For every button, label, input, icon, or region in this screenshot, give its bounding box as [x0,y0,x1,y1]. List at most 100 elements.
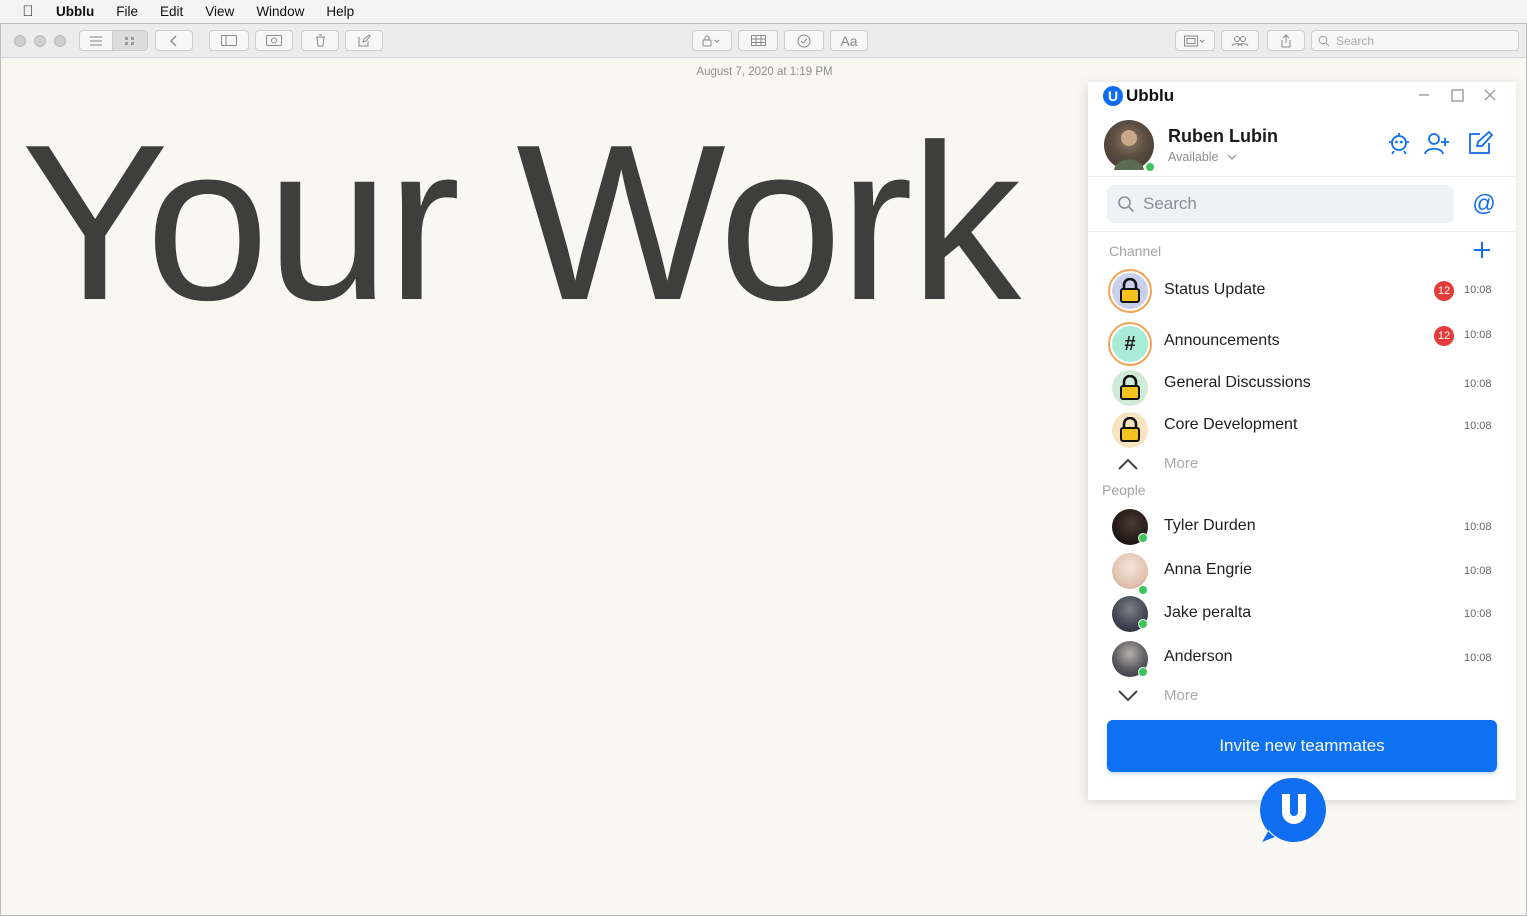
minimize-window-button[interactable] [34,35,46,47]
search-icon [1318,35,1330,46]
add-channel-icon[interactable] [1471,239,1493,261]
channels-more-label: More [1164,455,1199,472]
channel-item-core-development[interactable]: Core Development 10:08 [1088,408,1516,448]
menu-window[interactable]: Window [245,4,315,19]
mentions-icon[interactable]: @ [1469,188,1499,218]
note-date: August 7, 2020 at 1:19 PM [696,66,833,78]
people-more-label: More [1164,687,1199,704]
menu-help[interactable]: Help [315,4,365,19]
gallery-view-button[interactable] [112,30,148,51]
menu-file[interactable]: File [105,4,149,19]
menu-view[interactable]: View [194,4,245,19]
trash-icon [315,34,325,47]
new-note-button[interactable] [345,30,383,51]
photo-button[interactable] [1175,30,1215,51]
person-name: Anderson [1164,648,1233,665]
format-button[interactable]: Aa [830,30,868,51]
notes-search-placeholder: Search [1336,33,1375,48]
channel-name: Core Development [1164,416,1298,433]
online-status-dot [1145,162,1155,172]
ubblu-titlebar: U Ubblu [1088,82,1516,112]
invite-teammates-button[interactable]: Invite new teammates [1107,720,1497,772]
channel-name: General Discussions [1164,374,1311,391]
notes-search-field[interactable]: Search [1311,30,1519,51]
person-item-tyler-durden[interactable]: Tyler Durden 10:08 [1088,507,1516,547]
person-item-jake-peralta[interactable]: Jake peralta 10:08 [1088,595,1516,635]
notes-toolbar: Aa Search [1,24,1526,58]
maximize-icon[interactable] [1447,85,1467,105]
person-item-anna-engrie[interactable]: Anna Engrie 10:08 [1088,551,1516,595]
channel-name: Announcements [1164,332,1280,349]
channel-item-status-update[interactable]: Status Update 12 10:08 [1088,269,1516,313]
person-time: 10:08 [1464,608,1492,620]
ubblu-launcher-button[interactable] [1260,776,1328,844]
apple-icon[interactable]:  [0,3,56,20]
person-time: 10:08 [1464,565,1492,577]
ubblu-panel: U Ubblu Ruben Lubin Available Search @ C… [1088,82,1516,800]
ubblu-launcher-icon [1260,777,1326,842]
sidebar-toggle-button[interactable] [209,30,249,51]
chevron-down-icon [1118,690,1138,702]
ubblu-brand-name: Ubblu [1126,86,1175,105]
online-status-dot [1138,667,1148,677]
close-window-button[interactable] [14,35,26,47]
menu-edit[interactable]: Edit [149,4,194,19]
menu-app-name[interactable]: Ubblu [56,4,105,19]
bot-icon[interactable] [1384,128,1414,158]
channel-item-general-discussions[interactable]: General Discussions 10:08 [1088,366,1516,406]
lock-icon [1120,278,1140,303]
zoom-window-button[interactable] [54,35,66,47]
chevron-down-icon [1227,154,1236,160]
ubblu-logo: U Ubblu [1103,86,1174,106]
list-view-button[interactable] [79,30,113,51]
unread-badge: 12 [1434,326,1454,346]
hash-icon: # [1124,332,1136,355]
collaborate-button[interactable] [1221,30,1259,51]
unread-badge: 12 [1434,281,1454,301]
back-button[interactable] [155,30,193,51]
lock-note-button[interactable] [692,30,732,51]
user-name: Ruben Lubin [1168,126,1278,146]
checkmark-circle-icon [797,34,811,47]
attachments-button[interactable] [255,30,293,51]
ubblu-search-field[interactable] [1107,185,1454,223]
channel-time: 10:08 [1464,378,1492,390]
lock-icon [1120,375,1140,400]
compose-icon [358,34,371,47]
channel-item-announcements[interactable]: # Announcements 12 10:08 [1088,322,1516,366]
close-icon[interactable] [1480,85,1500,105]
note-body-text[interactable]: Your Work [21,112,1021,334]
lock-icon [1120,417,1140,442]
user-status-dropdown[interactable]: Available [1168,150,1237,164]
share-button[interactable] [1267,30,1305,51]
table-button[interactable] [738,30,778,51]
channels-collapse-toggle[interactable]: More [1088,451,1516,479]
people-icon [1231,35,1249,46]
channel-section-label: Channel [1109,243,1162,259]
channel-time: 10:08 [1464,329,1492,341]
sidebar-icon [221,35,237,46]
table-icon [750,35,766,46]
menu-bar:  Ubblu File Edit View Window Help [0,0,1527,23]
ubblu-search-input[interactable] [1143,194,1423,214]
photo-icon [1184,35,1205,46]
person-item-anderson[interactable]: Anderson 10:08 [1088,639,1516,679]
ubblu-logo-icon: U [1103,86,1123,106]
channel-time: 10:08 [1464,420,1492,432]
people-expand-toggle[interactable]: More [1088,683,1516,711]
add-user-icon[interactable] [1422,128,1452,158]
channel-name: Status Update [1164,281,1266,298]
list-icon [90,35,102,46]
compose-icon[interactable] [1465,128,1495,158]
channel-avatar [1108,408,1152,452]
share-icon [1281,33,1291,47]
user-profile: Ruben Lubin Available [1088,116,1516,176]
user-status-label: Available [1168,150,1219,164]
search-icon [1118,196,1135,213]
person-name: Anna Engrie [1164,561,1253,578]
channel-time: 10:08 [1464,284,1492,296]
minimize-icon[interactable] [1414,85,1434,105]
person-avatar [1112,553,1148,589]
delete-note-button[interactable] [301,30,339,51]
checklist-button[interactable] [784,30,824,51]
